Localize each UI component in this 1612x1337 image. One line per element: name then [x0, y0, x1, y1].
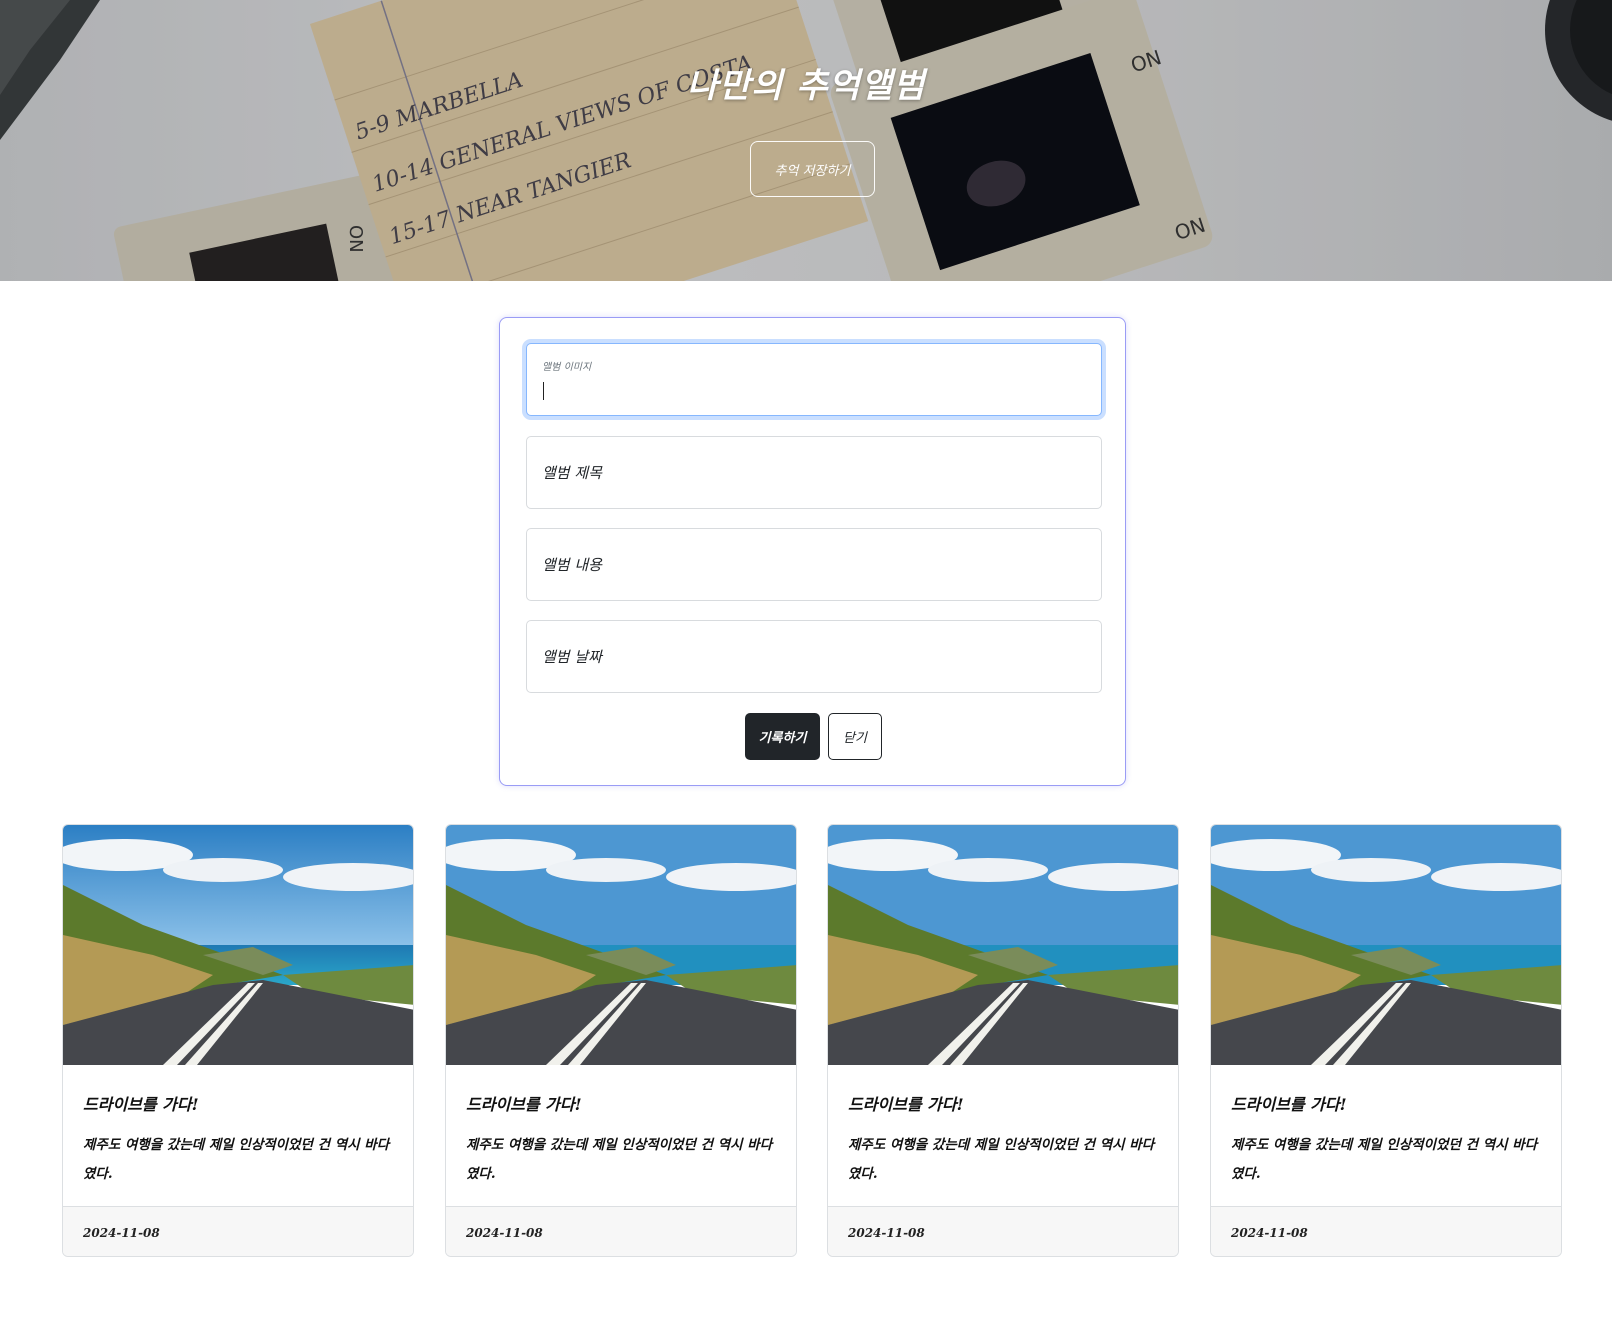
- album-title-label: 앨범 제목: [542, 464, 602, 482]
- card-date: 2024-11-08: [1211, 1206, 1561, 1256]
- album-card[interactable]: 드라이브를 가다! 제주도 여행을 갔는데 제일 인상적이었던 건 역시 바다였…: [445, 824, 797, 1257]
- card-text: 제주도 여행을 갔는데 제일 인상적이었던 건 역시 바다였다.: [1231, 1137, 1538, 1182]
- card-date: 2024-11-08: [828, 1206, 1178, 1256]
- card-date: 2024-11-08: [63, 1206, 413, 1256]
- form-button-row: 기록하기 닫기: [500, 713, 1127, 760]
- submit-button[interactable]: 기록하기: [745, 713, 820, 760]
- card-image: [828, 825, 1178, 1065]
- close-button[interactable]: 닫기: [828, 713, 882, 760]
- card-text: 제주도 여행을 갔는데 제일 인상적이었던 건 역시 바다였다.: [466, 1137, 773, 1182]
- card-image: [446, 825, 796, 1065]
- album-card[interactable]: 드라이브를 가다! 제주도 여행을 갔는데 제일 인상적이었던 건 역시 바다였…: [62, 824, 414, 1257]
- album-date-label: 앨범 날짜: [542, 648, 602, 666]
- card-date: 2024-11-08: [446, 1206, 796, 1256]
- card-body: 드라이브를 가다! 제주도 여행을 갔는데 제일 인상적이었던 건 역시 바다였…: [828, 1065, 1178, 1206]
- album-card[interactable]: 드라이브를 가다! 제주도 여행을 갔는데 제일 인상적이었던 건 역시 바다였…: [827, 824, 1179, 1257]
- hero-banner: 5-9 MARBELLA 10-14 GENERAL VIEWS OF COST…: [0, 0, 1612, 281]
- card-body: 드라이브를 가다! 제주도 여행을 갔는데 제일 인상적이었던 건 역시 바다였…: [446, 1065, 796, 1206]
- album-image-label: 앨범 이미지: [542, 362, 592, 373]
- album-card[interactable]: 드라이브를 가다! 제주도 여행을 갔는데 제일 인상적이었던 건 역시 바다였…: [1210, 824, 1562, 1257]
- hero-title: 나만의 추억앨범: [686, 66, 926, 106]
- card-title: 드라이브를 가다!: [848, 1095, 964, 1114]
- card-title: 드라이브를 가다!: [1231, 1095, 1347, 1114]
- card-body: 드라이브를 가다! 제주도 여행을 갔는데 제일 인상적이었던 건 역시 바다였…: [1211, 1065, 1561, 1206]
- card-image: [63, 825, 413, 1065]
- card-title: 드라이브를 가다!: [466, 1095, 582, 1114]
- card-body: 드라이브를 가다! 제주도 여행을 갔는데 제일 인상적이었던 건 역시 바다였…: [63, 1065, 413, 1206]
- album-date-field[interactable]: 앨범 날짜: [526, 620, 1102, 693]
- text-caret: [543, 382, 544, 400]
- card-image: [1211, 825, 1561, 1065]
- album-card-list: 드라이브를 가다! 제주도 여행을 갔는데 제일 인상적이었던 건 역시 바다였…: [62, 824, 1562, 1257]
- album-content-field[interactable]: 앨범 내용: [526, 528, 1102, 601]
- album-form: 앨범 이미지 앨범 제목 앨범 내용 앨범 날짜 기록하기 닫기: [499, 317, 1126, 786]
- card-text: 제주도 여행을 갔는데 제일 인상적이었던 건 역시 바다였다.: [848, 1137, 1155, 1182]
- album-title-field[interactable]: 앨범 제목: [526, 436, 1102, 509]
- album-image-field[interactable]: 앨범 이미지: [526, 343, 1102, 416]
- album-content-label: 앨범 내용: [542, 556, 602, 574]
- album-image-input[interactable]: [542, 380, 1082, 402]
- save-memory-button[interactable]: 추억 저장하기: [750, 141, 875, 197]
- card-text: 제주도 여행을 갔는데 제일 인상적이었던 건 역시 바다였다.: [83, 1137, 390, 1182]
- card-title: 드라이브를 가다!: [83, 1095, 199, 1114]
